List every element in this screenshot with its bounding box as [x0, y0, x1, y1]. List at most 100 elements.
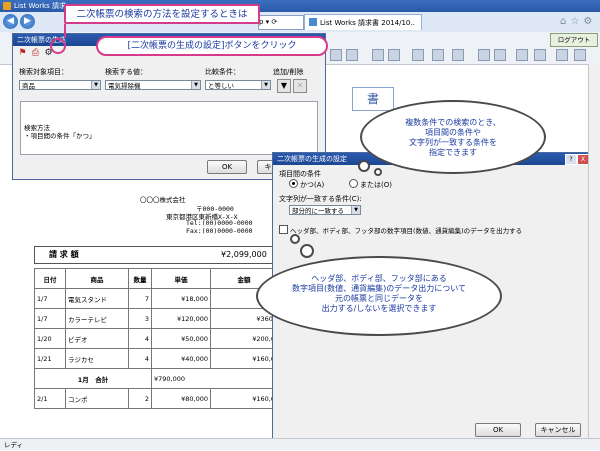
- cloud-bubble: [374, 168, 382, 176]
- browser-tab[interactable]: List Works 請求書 2014/10.. ✕: [304, 14, 422, 43]
- toolbar-icon[interactable]: [478, 49, 490, 61]
- chevron-down-icon: ▼: [191, 81, 200, 89]
- header-product: 商品: [65, 268, 129, 289]
- status-bar: レディ: [0, 438, 600, 450]
- chevron-down-icon: ▼: [261, 81, 270, 89]
- toolbar-icon[interactable]: [388, 49, 400, 61]
- cell-product: 電気スタンド: [65, 288, 129, 309]
- toolbar-icon[interactable]: [372, 49, 384, 61]
- window-title: List Works 請求: [14, 2, 67, 10]
- cell-date: 1/21: [34, 348, 66, 369]
- radio-and[interactable]: かつ(A): [289, 179, 324, 190]
- toolbar-icon[interactable]: [574, 49, 586, 61]
- ok-button[interactable]: OK: [475, 423, 521, 437]
- cell-unit-price: ¥50,000: [151, 328, 211, 349]
- table-row: 1/21 ラジカセ 4 ¥40,000 ¥160,0: [34, 348, 278, 369]
- col-compare-label: 比較条件：: [205, 68, 240, 76]
- cell-product: コンポ: [65, 388, 129, 409]
- compare-select[interactable]: と等しい ▼: [205, 80, 271, 90]
- value-select[interactable]: 電気掃除機 ▼: [105, 80, 201, 90]
- toolbar-icon[interactable]: [556, 49, 568, 61]
- cell-qty: 4: [128, 328, 152, 349]
- cancel-button[interactable]: キャンセル: [535, 423, 581, 437]
- radio-or-label: または(O): [360, 181, 392, 189]
- radio-indicator: [349, 179, 358, 188]
- value-select-value: 電気掃除機: [108, 82, 141, 90]
- toolbar-icon[interactable]: [432, 49, 444, 61]
- toolbar-icon[interactable]: [412, 49, 424, 61]
- item-condition-label: 項目間の条件: [279, 170, 321, 178]
- item-select-value: 商品: [22, 82, 35, 90]
- table-row: 1/7 カラーテレビ 3 ¥120,000 ¥360,: [34, 308, 278, 329]
- browser-right-icons: ⌂☆⚙: [560, 16, 596, 27]
- cell-qty: 7: [128, 288, 152, 309]
- cell-product: カラーテレビ: [65, 308, 129, 329]
- toolbar-icon[interactable]: [346, 49, 358, 61]
- document-title-fragment: 書: [352, 87, 394, 111]
- app-icon: [3, 2, 11, 10]
- col-value-label: 検索する値：: [105, 68, 147, 76]
- table-row: 1/20 ビデオ 4 ¥50,000 ¥200,0: [34, 328, 278, 349]
- cell-amount: ¥160,0: [210, 348, 278, 369]
- cloud-conditions: 複数条件での検索のとき、 項目間の条件や 文字列が一致する条件を 指定できます: [360, 100, 546, 174]
- string-match-value: 部分的に一致する: [292, 207, 344, 215]
- forward-icon[interactable]: ▶: [20, 14, 35, 29]
- cell-unit-price: ¥120,000: [151, 308, 211, 329]
- back-icon[interactable]: ◀: [3, 14, 18, 29]
- toolbar-icon[interactable]: [452, 49, 464, 61]
- output-checkbox[interactable]: ヘッダ部、ボディ部、フッタ部の数字項目(数値、通貨編集)のデータを出力する: [279, 225, 522, 235]
- cloud-output-line: 出力する/しないを選択できます: [321, 304, 437, 313]
- subtotal-label: 1月 合計: [34, 368, 152, 389]
- cell-product: ラジカセ: [65, 348, 129, 369]
- radio-and-label: かつ(A): [300, 181, 325, 189]
- header-date: 日付: [34, 268, 66, 289]
- cloud-output: ヘッダ部、ボディ部、フッタ部にある 数字項目(数値、通貨編集)のデータ出力につい…: [256, 256, 502, 336]
- page-icon: [309, 18, 317, 26]
- vertical-scrollbar[interactable]: [588, 64, 600, 438]
- search-method-area: 検索方法 ・項目間の条件「かつ」: [20, 101, 318, 155]
- output-checkbox-label: ヘッダ部、ボディ部、フッタ部の数字項目(数値、通貨編集)のデータを出力する: [290, 227, 523, 235]
- radio-or[interactable]: または(O): [349, 179, 392, 190]
- cloud-conditions-line: 文字列が一致する条件を: [409, 138, 497, 147]
- toolbar-icon[interactable]: [516, 49, 528, 61]
- chevron-down-icon: ▼: [351, 206, 360, 214]
- cloud-conditions-line: 項目間の条件や: [425, 128, 481, 137]
- cell-qty: 4: [128, 348, 152, 369]
- callout-top: 二次帳票の検索の方法を設定するときは: [64, 4, 260, 24]
- cell-amount: ¥160,0: [210, 388, 278, 409]
- help-icon[interactable]: ?: [565, 154, 577, 165]
- favorites-icon[interactable]: ☆: [570, 16, 583, 27]
- cell-qty: 2: [128, 388, 152, 409]
- bookmark-icon[interactable]: ⚑: [17, 48, 28, 59]
- cell-date: 2/1: [34, 388, 66, 409]
- invoice-label: 請 求 額: [49, 250, 79, 259]
- cloud-bubble: [358, 160, 370, 172]
- toolbar-icon[interactable]: [534, 49, 546, 61]
- toolbar-icon[interactable]: [494, 49, 506, 61]
- header-qty: 数量: [128, 268, 152, 289]
- toolbar-icon[interactable]: [330, 49, 342, 61]
- ok-button[interactable]: OK: [207, 160, 247, 174]
- invoice-table: 日付 商品 数量 単価 金額 1/7 電気スタンド 7 ¥18,000 ¥7 1…: [34, 268, 278, 409]
- remove-condition-button[interactable]: ✕: [293, 79, 307, 93]
- home-icon[interactable]: ⌂: [560, 16, 570, 27]
- cloud-output-line: ヘッダ部、ボディ部、フッタ部にある: [311, 274, 447, 283]
- address-bar-controls[interactable]: ρ ▾ ⟳: [258, 15, 304, 30]
- table-header-row: 日付 商品 数量 単価 金額: [34, 268, 278, 289]
- item-select[interactable]: 商品 ▼: [19, 80, 101, 90]
- subtotal-row: 1月 合計 ¥790,000: [34, 368, 278, 389]
- invoice-total-box: 請 求 額 ¥2,099,000: [34, 246, 274, 264]
- logout-button[interactable]: ログアウト: [550, 33, 598, 47]
- cloud-conditions-line: 複数条件での検索のとき、: [405, 118, 501, 127]
- settings-icon[interactable]: ⚙: [583, 16, 596, 27]
- cell-unit-price: ¥80,000: [151, 388, 211, 409]
- company-name: 〇〇〇株式会社: [140, 196, 186, 204]
- radio-indicator: [289, 179, 298, 188]
- col-addremove-label: 追加/削除: [273, 68, 304, 76]
- company-tel: Tel:(00)0000-0000: [186, 219, 253, 227]
- cell-date: 1/7: [34, 308, 66, 329]
- add-condition-button[interactable]: ▼: [277, 79, 291, 93]
- string-match-select[interactable]: 部分的に一致する ▼: [289, 205, 361, 215]
- print-icon[interactable]: ⎙: [30, 48, 41, 59]
- method-value: ・項目間の条件「かつ」: [24, 132, 96, 140]
